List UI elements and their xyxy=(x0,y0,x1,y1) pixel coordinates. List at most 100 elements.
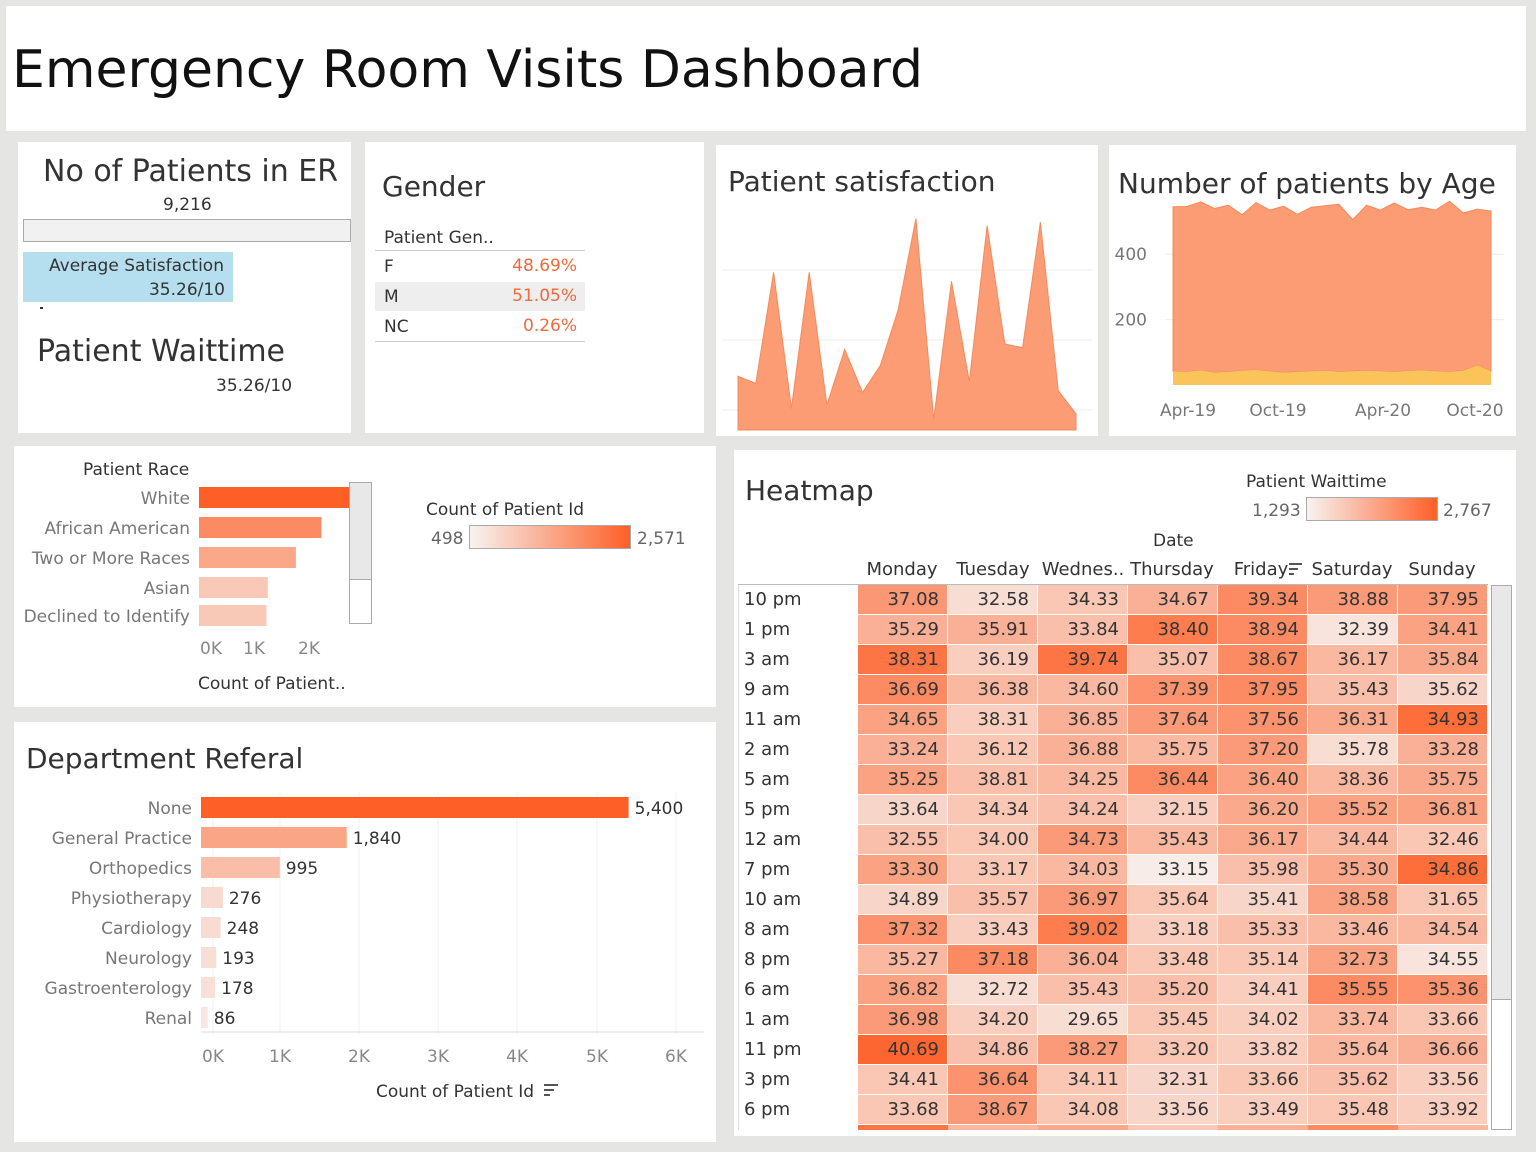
heatmap-cell[interactable]: 37.32 xyxy=(858,915,948,945)
heatmap-cell[interactable]: 34.67 xyxy=(1128,585,1218,615)
department-bar[interactable] xyxy=(201,797,629,818)
heatmap-column-label[interactable]: Sunday xyxy=(1387,559,1497,580)
heatmap-cell[interactable]: 32.31 xyxy=(1128,1065,1218,1095)
heatmap-cell[interactable]: 37.39 xyxy=(1128,675,1218,705)
heatmap-cell[interactable]: 33.66 xyxy=(1398,1005,1488,1035)
heatmap-cell[interactable]: 34.65 xyxy=(858,705,948,735)
race-bar[interactable] xyxy=(199,547,296,568)
race-bar[interactable] xyxy=(199,577,268,598)
heatmap-cell[interactable]: 34.34 xyxy=(948,795,1038,825)
heatmap-cell[interactable]: 34.44 xyxy=(1308,825,1398,855)
department-bar[interactable] xyxy=(201,977,216,998)
heatmap-cell[interactable]: 35.29 xyxy=(858,615,948,645)
heatmap-cell[interactable]: 36.04 xyxy=(1038,945,1128,975)
heatmap-cell[interactable]: 35.55 xyxy=(1308,975,1398,1005)
heatmap-cell[interactable]: 35.48 xyxy=(1308,1095,1398,1125)
heatmap-scrollbar-thumb[interactable] xyxy=(1492,586,1511,1000)
heatmap-cell[interactable]: 38.36 xyxy=(1308,765,1398,795)
heatmap-cell[interactable]: 35.41 xyxy=(1218,885,1308,915)
heatmap-cell[interactable]: 34.00 xyxy=(948,825,1038,855)
heatmap-cell[interactable]: 33.74 xyxy=(1308,1005,1398,1035)
heatmap-cell[interactable]: 33.48 xyxy=(1128,945,1218,975)
heatmap-cell[interactable]: 35.43 xyxy=(1128,825,1218,855)
heatmap-cell[interactable]: 34.41 xyxy=(1398,615,1488,645)
heatmap-cell[interactable]: 38.40 xyxy=(1128,615,1218,645)
heatmap-cell[interactable]: 35.45 xyxy=(1128,1005,1218,1035)
heatmap-cell[interactable]: 36.44 xyxy=(1128,765,1218,795)
heatmap-cell[interactable]: 36.97 xyxy=(1038,885,1128,915)
heatmap-cell[interactable]: 31.65 xyxy=(1398,885,1488,915)
heatmap-cell[interactable]: 32.58 xyxy=(948,585,1038,615)
heatmap-cell[interactable]: 38.81 xyxy=(948,765,1038,795)
heatmap-cell[interactable]: 36.98 xyxy=(858,1005,948,1035)
heatmap-cell[interactable]: 34.93 xyxy=(1398,705,1488,735)
heatmap-cell[interactable]: 40.69 xyxy=(858,1035,948,1065)
friday-sort-icon[interactable] xyxy=(1289,563,1303,577)
heatmap-cell[interactable]: 36.69 xyxy=(858,675,948,705)
heatmap-cell[interactable]: 38.31 xyxy=(858,645,948,675)
heatmap-cell[interactable]: 34.33 xyxy=(1038,585,1128,615)
heatmap-cell[interactable]: 35.25 xyxy=(858,765,948,795)
heatmap-cell[interactable]: 32.73 xyxy=(1308,945,1398,975)
department-bar[interactable] xyxy=(201,917,221,938)
heatmap-cell[interactable]: 39.34 xyxy=(1218,585,1308,615)
heatmap-cell[interactable]: 33.56 xyxy=(1398,1065,1488,1095)
heatmap-cell[interactable]: 34.24 xyxy=(1038,795,1128,825)
department-bar[interactable] xyxy=(201,947,217,968)
heatmap-cell[interactable]: 36.19 xyxy=(948,645,1038,675)
department-bar[interactable] xyxy=(201,887,223,908)
heatmap-cell[interactable]: 36.82 xyxy=(858,975,948,1005)
heatmap-cell[interactable]: 36.85 xyxy=(1038,705,1128,735)
heatmap-cell[interactable]: 34.11 xyxy=(1038,1065,1128,1095)
heatmap-cell[interactable]: 34.02 xyxy=(1218,1005,1308,1035)
heatmap-cell[interactable]: 33.82 xyxy=(1218,1035,1308,1065)
heatmap-cell[interactable]: 36.88 xyxy=(1038,735,1128,765)
heatmap-cell[interactable]: 35.78 xyxy=(1308,735,1398,765)
heatmap-cell[interactable]: 33.64 xyxy=(858,795,948,825)
heatmap-cell[interactable]: 33.20 xyxy=(1128,1035,1218,1065)
sort-icon[interactable] xyxy=(544,1084,560,1098)
heatmap-cell[interactable]: 36.81 xyxy=(1398,795,1488,825)
heatmap-cell[interactable]: 33.18 xyxy=(1128,915,1218,945)
heatmap-cell[interactable]: 35.75 xyxy=(1398,765,1488,795)
heatmap-cell[interactable]: 37.56 xyxy=(1218,705,1308,735)
heatmap-cell[interactable]: 37.95 xyxy=(1218,675,1308,705)
heatmap-cell[interactable]: 35.20 xyxy=(1128,975,1218,1005)
heatmap-cell[interactable]: 36.38 xyxy=(948,675,1038,705)
heatmap-cell[interactable]: 34.41 xyxy=(858,1065,948,1095)
heatmap-cell[interactable]: 34.08 xyxy=(1038,1095,1128,1125)
heatmap-cell[interactable]: 36.64 xyxy=(948,1065,1038,1095)
heatmap-cell[interactable]: 33.28 xyxy=(1398,735,1488,765)
heatmap-cell[interactable]: 34.20 xyxy=(948,1005,1038,1035)
heatmap-cell[interactable]: 38.31 xyxy=(948,705,1038,735)
heatmap-cell[interactable]: 35.91 xyxy=(948,615,1038,645)
heatmap-cell[interactable]: 32.46 xyxy=(1398,825,1488,855)
heatmap-cell[interactable]: 37.95 xyxy=(1398,585,1488,615)
race-scrollbar[interactable] xyxy=(349,482,372,624)
heatmap-scrollbar[interactable] xyxy=(1491,585,1512,1130)
heatmap-cell[interactable]: 38.67 xyxy=(948,1095,1038,1125)
heatmap-cell[interactable]: 34.60 xyxy=(1038,675,1128,705)
heatmap-cell[interactable]: 33.68 xyxy=(858,1095,948,1125)
heatmap-cell[interactable]: 35.33 xyxy=(1218,915,1308,945)
heatmap-cell[interactable]: 34.41 xyxy=(1218,975,1308,1005)
race-bar[interactable] xyxy=(199,517,322,538)
heatmap-cell[interactable]: 36.17 xyxy=(1218,825,1308,855)
heatmap-cell[interactable]: 38.27 xyxy=(1038,1035,1128,1065)
heatmap-cell[interactable]: 32.55 xyxy=(858,825,948,855)
heatmap-cell[interactable]: 34.54 xyxy=(1398,915,1488,945)
department-bar[interactable] xyxy=(201,857,280,878)
heatmap-cell[interactable]: 35.43 xyxy=(1038,975,1128,1005)
heatmap-cell[interactable]: 36.40 xyxy=(1218,765,1308,795)
heatmap-cell[interactable]: 35.30 xyxy=(1308,855,1398,885)
heatmap-cell[interactable]: 37.18 xyxy=(948,945,1038,975)
heatmap-cell[interactable]: 34.73 xyxy=(1038,825,1128,855)
heatmap-cell[interactable]: 33.46 xyxy=(1308,915,1398,945)
heatmap-cell[interactable]: 35.98 xyxy=(1218,855,1308,885)
heatmap-cell[interactable]: 35.43 xyxy=(1308,675,1398,705)
heatmap-cell[interactable]: 38.58 xyxy=(1308,885,1398,915)
heatmap-cell[interactable]: 32.15 xyxy=(1128,795,1218,825)
heatmap-cell[interactable]: 33.56 xyxy=(1128,1095,1218,1125)
heatmap-cell[interactable]: 34.86 xyxy=(1398,855,1488,885)
heatmap-cell[interactable]: 35.62 xyxy=(1398,675,1488,705)
